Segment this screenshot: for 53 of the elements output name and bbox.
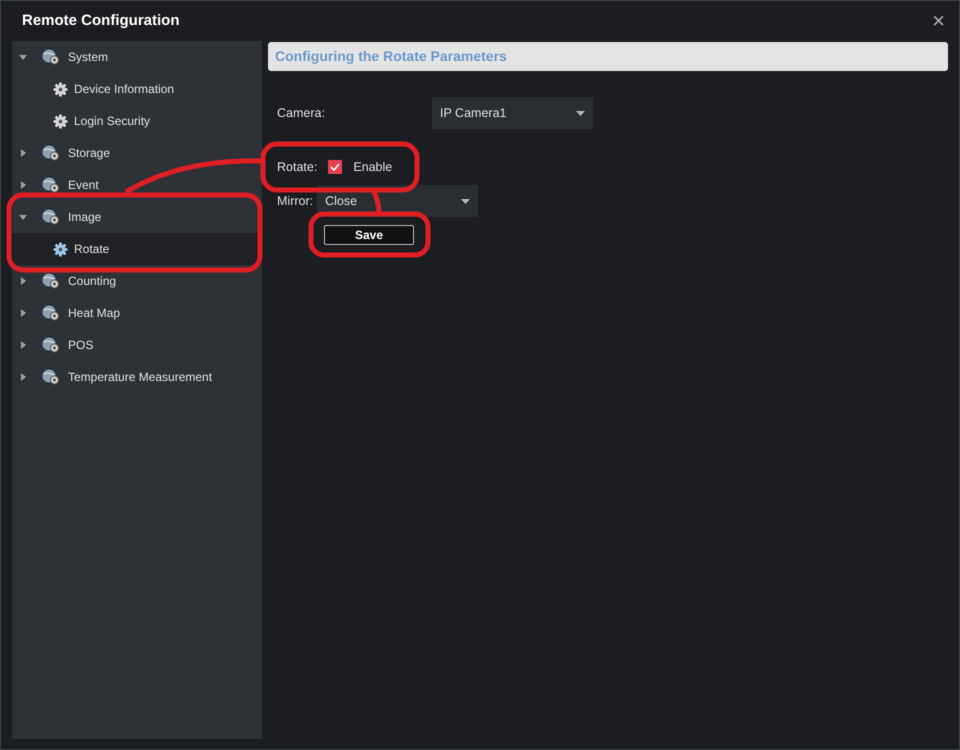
- tree-item[interactable]: Login Security: [12, 105, 262, 137]
- tree-label: Event: [68, 177, 99, 194]
- tree-item[interactable]: Image: [12, 201, 262, 233]
- globe-gear-icon: [42, 209, 60, 225]
- tree-label: Storage: [68, 145, 110, 162]
- dropdown-arrow-icon: [461, 198, 470, 204]
- camera-label: Camera:: [277, 104, 326, 122]
- tree-item[interactable]: Device Information: [12, 73, 262, 105]
- caret-right-icon[interactable]: [19, 373, 27, 381]
- rotate-label: Rotate:: [277, 158, 318, 176]
- close-button[interactable]: ×: [928, 10, 949, 32]
- tree-item[interactable]: Storage: [12, 137, 262, 169]
- enable-checkbox[interactable]: [328, 160, 342, 174]
- tree-label: Temperature Measurement: [68, 369, 212, 386]
- globe-gear-icon: [42, 305, 60, 321]
- tree-item[interactable]: System: [12, 41, 262, 73]
- globe-gear-icon: [42, 369, 60, 385]
- save-button[interactable]: Save: [324, 225, 414, 245]
- caret-right-icon[interactable]: [19, 277, 27, 285]
- tree-item[interactable]: Rotate: [12, 233, 262, 265]
- globe-gear-icon: [42, 337, 60, 353]
- caret-right-icon[interactable]: [19, 341, 27, 349]
- window-title: Remote Configuration: [22, 10, 180, 31]
- enable-label: Enable: [353, 158, 392, 176]
- tree-label: Heat Map: [68, 305, 120, 322]
- mirror-label: Mirror:: [277, 192, 314, 210]
- caret-down-icon[interactable]: [19, 53, 27, 61]
- globe-gear-icon: [42, 273, 60, 289]
- gear-icon: [53, 242, 68, 256]
- tree-label: Device Information: [74, 81, 174, 98]
- gear-icon: [53, 114, 68, 128]
- gear-icon: [53, 82, 68, 96]
- globe-gear-icon: [42, 49, 60, 65]
- caret-right-icon[interactable]: [19, 181, 27, 189]
- globe-gear-icon: [42, 145, 60, 161]
- tree-label: Counting: [68, 273, 116, 290]
- tree-label: System: [68, 49, 108, 66]
- caret-right-icon[interactable]: [19, 309, 27, 317]
- globe-gear-icon: [42, 177, 60, 193]
- tree-item[interactable]: POS: [12, 329, 262, 361]
- tree-item[interactable]: Counting: [12, 265, 262, 297]
- tree-item[interactable]: Heat Map: [12, 297, 262, 329]
- tree-item[interactable]: Temperature Measurement: [12, 361, 262, 393]
- tree-label: Login Security: [74, 113, 150, 130]
- camera-dropdown[interactable]: IP Camera1: [432, 97, 593, 129]
- tree-label: POS: [68, 337, 94, 354]
- dropdown-arrow-icon: [576, 110, 585, 116]
- section-title: Configuring the Rotate Parameters: [275, 47, 507, 66]
- caret-right-icon[interactable]: [19, 149, 27, 157]
- tree-label: Rotate: [74, 241, 110, 258]
- tree-label: Image: [68, 209, 102, 226]
- caret-down-icon[interactable]: [19, 213, 27, 221]
- tree-item[interactable]: Event: [12, 169, 262, 201]
